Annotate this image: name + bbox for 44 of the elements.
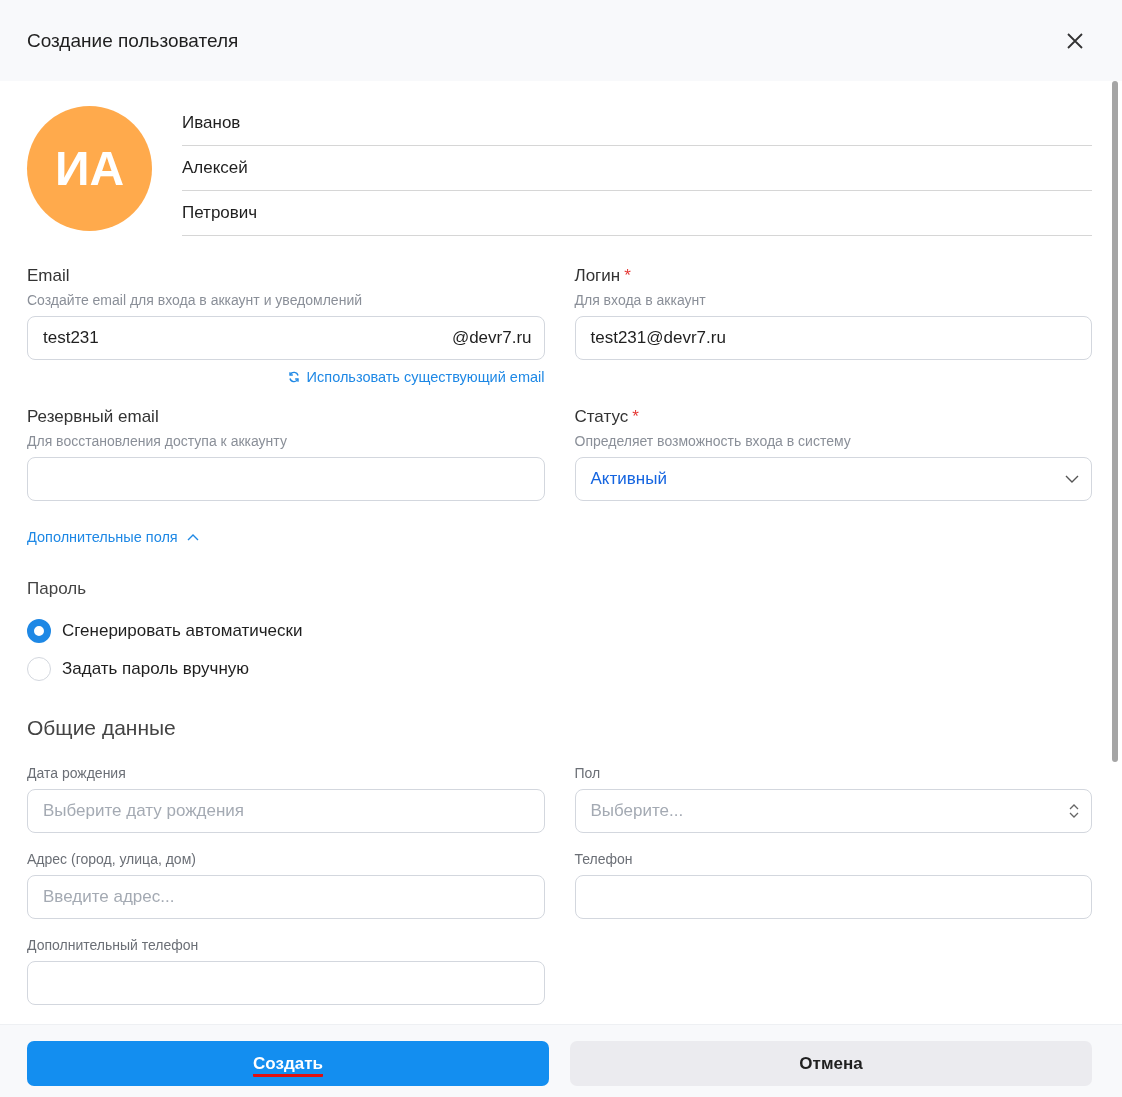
text-field[interactable]: test231@devr7.ru xyxy=(574,316,1092,360)
text-field[interactable]: Выберите дату рождения xyxy=(27,789,545,833)
close-icon[interactable] xyxy=(1066,31,1084,50)
additional-fields-toggle[interactable]: Дополнительные поля xyxy=(27,527,199,547)
use-existing-email-link[interactable]: Использовать существующий email xyxy=(287,368,545,386)
name-field[interactable]: Иванов xyxy=(182,101,1092,146)
email-domain: @devr7.ru xyxy=(451,328,532,348)
radio-label[interactable]: Задать пароль вручную xyxy=(62,659,250,679)
scrollbar[interactable] xyxy=(1112,81,1118,762)
field-value: test231@devr7.ru xyxy=(590,328,726,348)
email-field[interactable]: test231 @devr7.ru xyxy=(27,316,545,360)
status-select[interactable]: Активный xyxy=(574,457,1092,501)
field-hint: Создайте email для входа в аккаунт и уведомлений xyxy=(27,291,364,309)
chevron-down-icon xyxy=(1065,475,1079,483)
radio-label[interactable]: Сгенерировать автоматически xyxy=(62,621,303,641)
field-label: Дата рождения xyxy=(27,764,127,782)
field-hint: Для входа в аккаунт xyxy=(574,291,707,309)
field-label: Email xyxy=(27,266,70,286)
avatar: ИА xyxy=(27,106,152,231)
name-field[interactable]: Петрович xyxy=(182,191,1092,236)
cancel-button[interactable]: Отмена xyxy=(570,1041,1092,1086)
name-field[interactable]: Алексей xyxy=(182,146,1092,191)
field-hint: Для восстановления доступа к аккаунту xyxy=(27,432,288,450)
field-label: Дополнительный телефон xyxy=(27,936,200,954)
text-field[interactable]: Введите адрес... xyxy=(27,875,545,919)
up-down-chevron-icon xyxy=(1069,804,1079,818)
required-mark: * xyxy=(632,407,639,427)
section-label: Пароль xyxy=(27,578,87,600)
refresh-icon xyxy=(287,371,300,383)
text-field[interactable] xyxy=(574,875,1092,919)
field-value: test231 xyxy=(43,328,99,348)
field-label: Логин xyxy=(574,266,621,286)
section-title: Общие данные xyxy=(27,715,177,741)
text-field[interactable] xyxy=(27,457,545,501)
dialog-title: Создание пользователя xyxy=(27,29,239,52)
field-label: Статус xyxy=(574,407,629,427)
field-label: Пол xyxy=(574,764,602,782)
text-field[interactable] xyxy=(27,961,545,1005)
required-mark: * xyxy=(624,266,631,286)
radio-button[interactable] xyxy=(27,619,51,643)
field-label: Телефон xyxy=(574,850,634,868)
field-hint: Определяет возможность входа в систему xyxy=(574,432,852,450)
field-label: Резервный email xyxy=(27,407,159,427)
field-label: Адрес (город, улица, дом) xyxy=(27,850,197,868)
